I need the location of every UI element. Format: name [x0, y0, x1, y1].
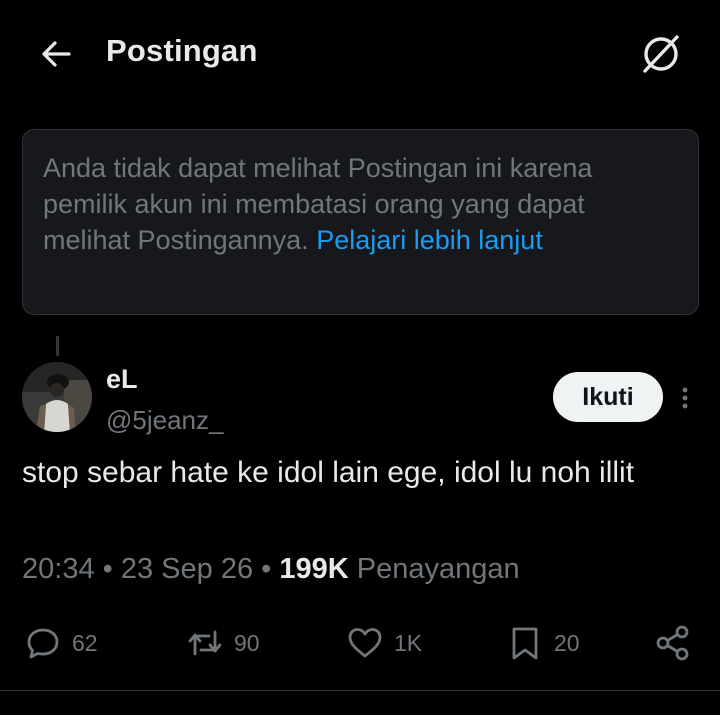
follow-button[interactable]: Ikuti: [553, 372, 663, 422]
avatar-image: [22, 362, 92, 432]
learn-more-link[interactable]: Pelajari lebih lanjut: [316, 225, 543, 255]
page-title: Postingan: [106, 33, 258, 68]
repost-icon: [188, 630, 222, 656]
like-button[interactable]: 1K: [346, 618, 422, 668]
arrow-left-icon[interactable]: [36, 34, 76, 74]
tweet-meta: 20:34 • 23 Sep 26 • 199K Penayangan: [22, 553, 520, 586]
reply-button[interactable]: 62: [24, 618, 98, 668]
repost-count: 90: [234, 629, 260, 656]
grok-icon[interactable]: [638, 31, 684, 77]
thread-connector: [56, 336, 59, 356]
bookmark-count: 20: [554, 629, 580, 656]
share-icon: [656, 625, 689, 661]
tweet-text: stop sebar hate ke idol lain ege, idol l…: [22, 456, 635, 489]
meta-separator: •: [102, 553, 113, 585]
views-label: Penayangan: [356, 553, 520, 585]
avatar[interactable]: [22, 362, 92, 432]
meta-separator: •: [261, 553, 272, 585]
action-bar: 62 90 1K 20: [0, 618, 720, 668]
bookmark-icon: [512, 627, 538, 660]
repost-button[interactable]: 90: [186, 618, 260, 668]
divider: [0, 690, 720, 691]
user-handle[interactable]: @5jeanz_: [106, 405, 223, 436]
top-bar: Postingan: [0, 0, 720, 108]
like-count: 1K: [394, 629, 423, 656]
display-name[interactable]: eL: [106, 364, 138, 395]
restricted-post-notice: Anda tidak dapat melihat Postingan ini k…: [22, 129, 699, 315]
views-count[interactable]: 199K: [279, 553, 348, 585]
tweet-date: 23 Sep 26: [120, 553, 254, 585]
more-options-icon[interactable]: [676, 384, 694, 412]
share-button[interactable]: [654, 618, 692, 668]
heart-icon: [348, 628, 382, 658]
bookmark-button[interactable]: 20: [506, 618, 580, 668]
reply-count: 62: [72, 629, 98, 656]
tweet-time: 20:34: [22, 553, 95, 585]
reply-icon: [27, 628, 59, 659]
